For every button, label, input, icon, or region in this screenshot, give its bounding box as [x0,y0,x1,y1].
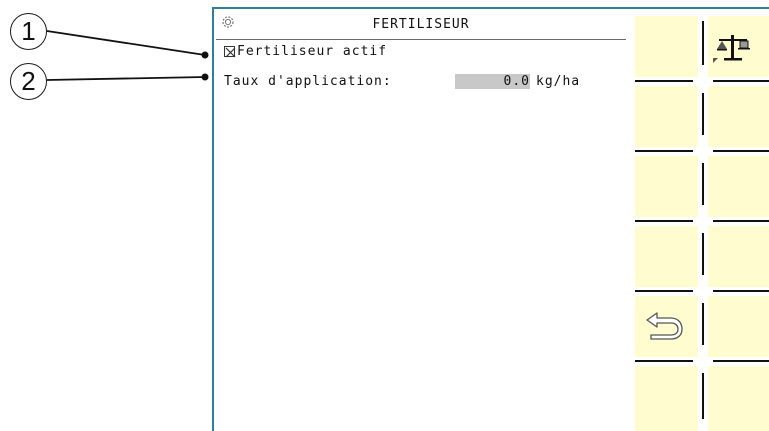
fertilizer-active-label: Fertiliseur actif [237,44,388,59]
fertilizer-active-row[interactable]: Fertiliseur actif [224,44,387,59]
title-bar: FERTILISEUR [216,9,626,40]
page-title: FERTILISEUR [372,17,470,32]
application-rate-input[interactable]: 0.0 [455,74,530,89]
application-rate-unit: kg/ha [536,74,581,89]
softkey-panel [635,7,769,431]
checkbox-x-icon [225,47,236,58]
softkey-grid-lines [635,21,769,419]
callout-1: 1 [10,13,47,50]
application-rate-label: Taux d'application: [224,74,392,89]
callout-2: 2 [10,63,47,100]
fertilizer-active-checkbox[interactable] [224,46,236,58]
